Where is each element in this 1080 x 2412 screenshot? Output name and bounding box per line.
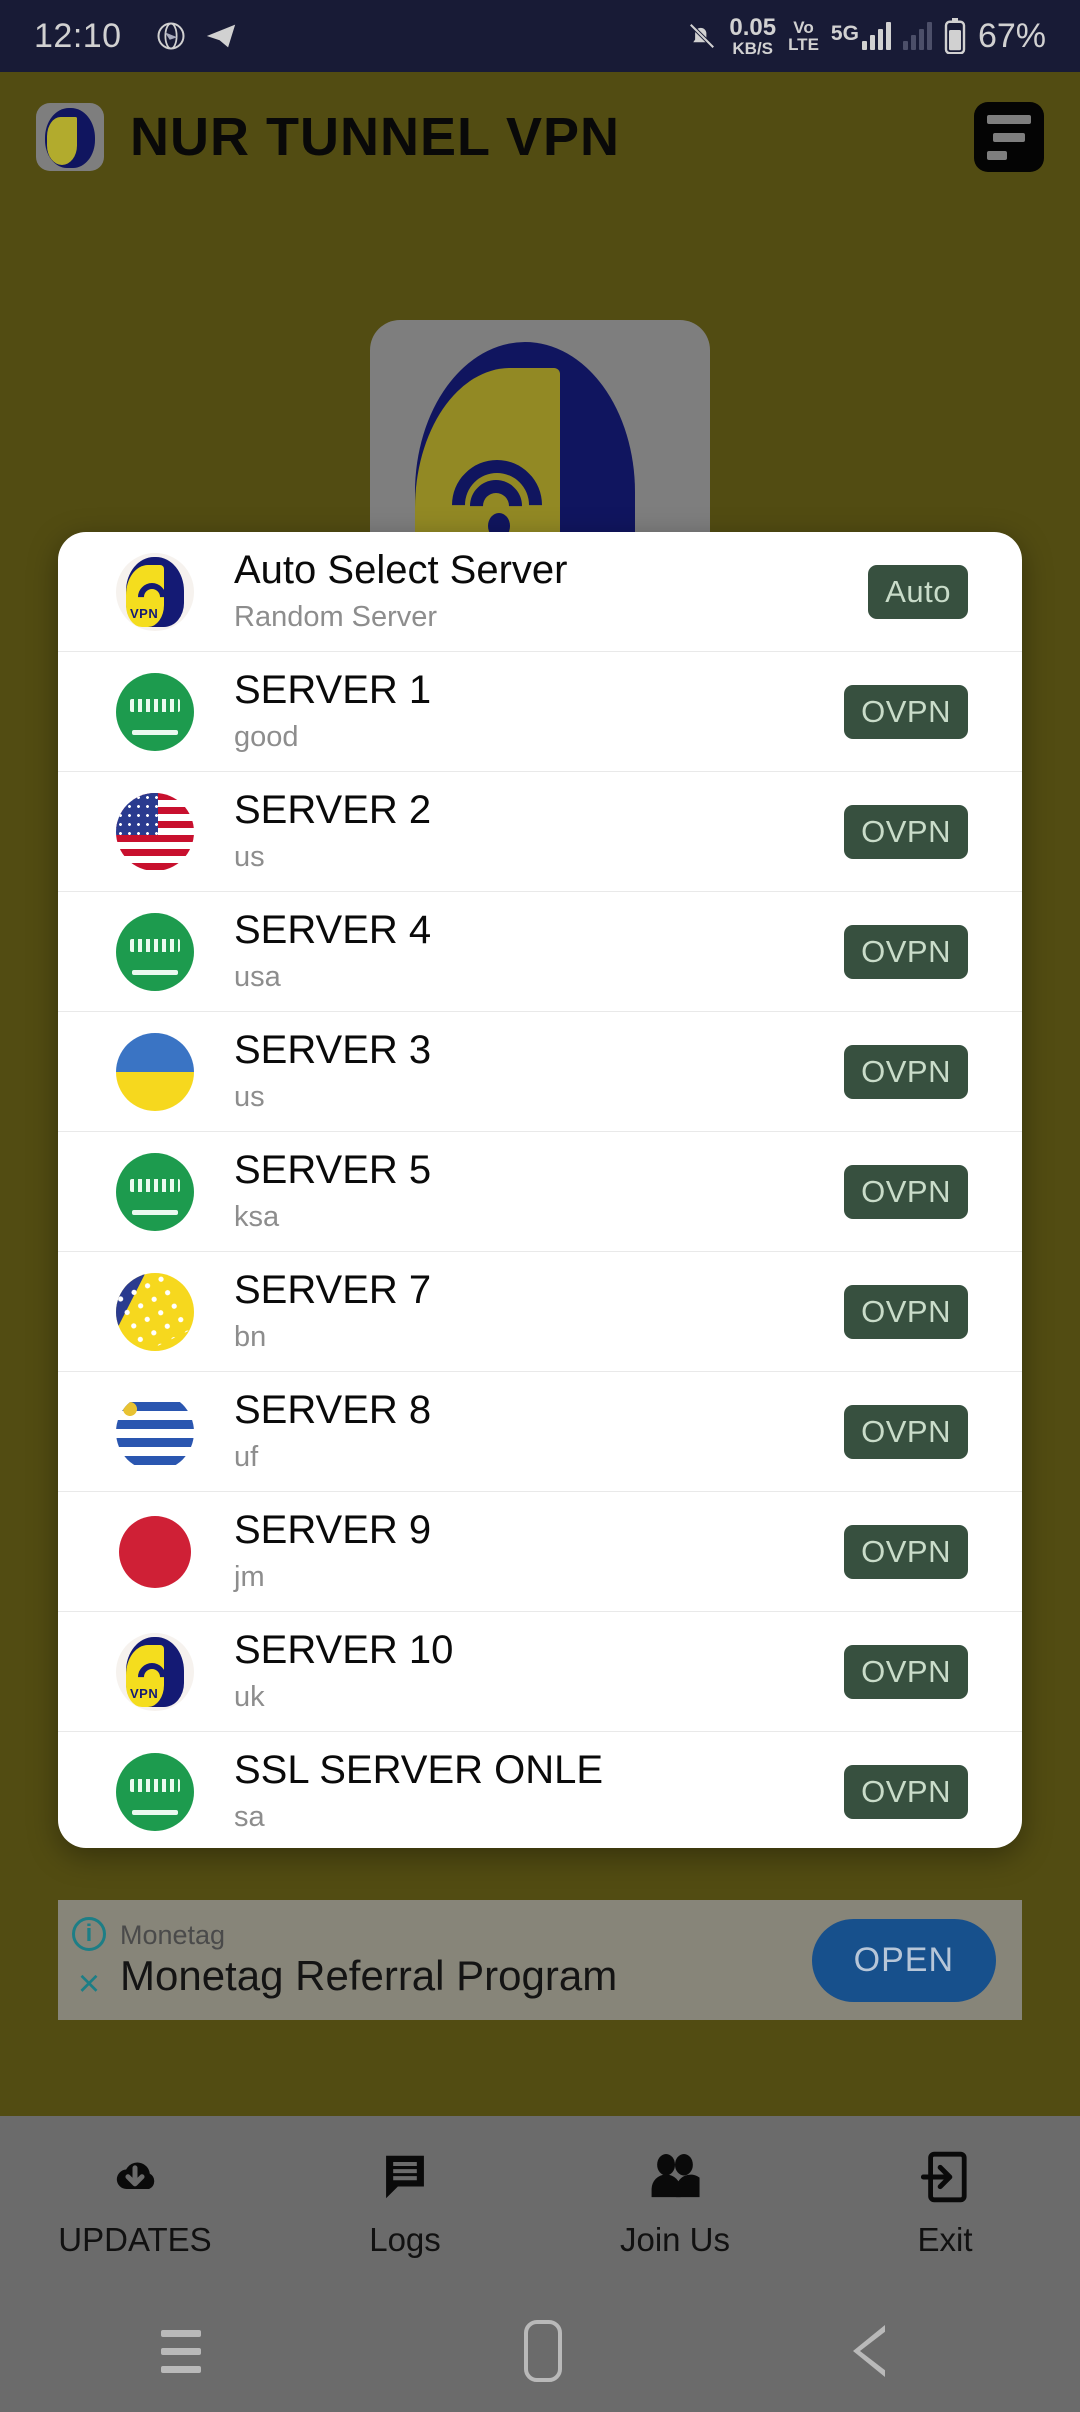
server-name: SSL SERVER ONLE [234,1748,604,1793]
server-info: SERVER 4 usa [234,908,431,995]
server-name: Auto Select Server [234,547,568,592]
list-item[interactable]: SSL SERVER ONLE sa OVPN [58,1732,1022,1848]
server-name: SERVER 9 [234,1507,432,1552]
server-name: SERVER 1 [234,667,432,712]
recent-apps-icon[interactable] [161,2329,202,2373]
server-subtitle: ksa [234,1200,280,1233]
chat-bubble-icon [378,2147,432,2207]
ad-banner[interactable]: i × Monetag Monetag Referral Program OPE… [58,1900,1022,2020]
nav-label: UPDATES [58,2221,212,2258]
server-info: SERVER 3 us [234,1028,431,1115]
server-subtitle: us [234,1080,265,1113]
server-name: SERVER 5 [234,1147,432,1192]
info-icon[interactable]: i [72,1917,106,1951]
android-system-navigation [0,2290,1080,2412]
server-info: SERVER 2 us [234,788,431,875]
flag-icon-saudi-arabia [116,1753,194,1831]
close-icon[interactable]: × [78,1965,100,2003]
server-subtitle: usa [234,960,281,993]
status-badge[interactable]: OVPN [844,1765,968,1819]
flag-icon-saudi-arabia [116,912,194,991]
server-info: SERVER 8 uf [234,1388,431,1475]
list-item[interactable]: SERVER 8 uf OVPN [58,1372,1022,1492]
ad-headline: Monetag Referral Program [120,1952,618,1999]
server-info: SERVER 10 uk [234,1628,453,1715]
nav-item-join-us[interactable]: Join Us [540,2147,810,2259]
list-item[interactable]: VPN SERVER 10 uk OVPN [58,1612,1022,1732]
flag-icon-app: VPN [116,1632,194,1711]
nav-label: Exit [917,2221,973,2258]
list-item[interactable]: SERVER 2 us OVPN [58,772,1022,892]
server-subtitle: jm [234,1560,265,1593]
status-badge[interactable]: Auto [868,564,968,619]
ad-open-button[interactable]: OPEN [811,1918,996,2002]
status-badge[interactable]: OVPN [844,1644,968,1699]
status-badge[interactable]: OVPN [844,1524,968,1579]
list-item[interactable]: SERVER 7 bn OVPN [58,1252,1022,1372]
server-info: SSL SERVER ONLE sa [234,1748,603,1835]
server-info: SERVER 1 good [234,668,431,755]
server-subtitle: Random Server [234,600,438,633]
cloud-download-icon [107,2147,163,2207]
server-info: SERVER 9 jm [234,1508,431,1595]
back-icon[interactable] [852,2323,919,2379]
server-subtitle: us [234,840,265,873]
flag-icon-saudi-arabia [116,1152,194,1231]
server-name: SERVER 2 [234,787,432,832]
flag-icon-saudi-arabia [116,672,194,751]
ad-advertiser: Monetag [120,1919,226,1950]
nav-item-logs[interactable]: Logs [270,2147,540,2259]
ad-text: Monetag Monetag Referral Program [120,1919,617,2002]
nav-item-updates[interactable]: UPDATES [0,2147,270,2259]
status-badge[interactable]: OVPN [844,1044,968,1099]
server-info: Auto Select Server Random Server [234,548,568,635]
flag-icon-bosnia [116,1272,194,1351]
status-badge[interactable]: OVPN [844,924,968,979]
list-item[interactable]: SERVER 9 jm OVPN [58,1492,1022,1612]
nav-label: Join Us [619,2221,731,2258]
server-selection-dialog: VPN Auto Select Server Random Server Aut… [58,532,1022,1848]
server-subtitle: good [234,720,299,753]
flag-icon-united-states [116,792,194,871]
flag-icon-app: VPN [116,552,194,631]
people-icon [646,2147,704,2207]
server-name: SERVER 3 [234,1027,432,1072]
list-item[interactable]: SERVER 4 usa OVPN [58,892,1022,1012]
status-badge[interactable]: OVPN [844,684,968,739]
ad-controls: i × [58,1900,120,2020]
server-info: SERVER 5 ksa [234,1148,431,1235]
server-name: SERVER 8 [234,1387,432,1432]
home-icon[interactable] [523,2320,562,2382]
server-name: SERVER 4 [234,907,432,952]
list-item[interactable]: SERVER 3 us OVPN [58,1012,1022,1132]
status-badge[interactable]: OVPN [844,804,968,859]
list-item[interactable]: VPN Auto Select Server Random Server Aut… [58,532,1022,652]
server-info: SERVER 7 bn [234,1268,431,1355]
server-name: SERVER 7 [234,1267,432,1312]
status-badge[interactable]: OVPN [844,1284,968,1339]
status-badge[interactable]: OVPN [844,1404,968,1459]
server-subtitle: uk [234,1680,265,1713]
flag-icon-ukraine [116,1032,194,1111]
nav-item-exit[interactable]: Exit [810,2147,1080,2259]
bottom-navigation: UPDATES Logs Join Us Exit [0,2116,1080,2290]
server-subtitle: uf [234,1440,259,1473]
exit-icon [921,2147,969,2207]
list-item[interactable]: SERVER 1 good OVPN [58,652,1022,772]
flag-icon-japan [116,1512,194,1591]
server-name: SERVER 10 [234,1627,454,1672]
flag-icon-uruguay [116,1392,194,1471]
nav-label: Logs [369,2221,441,2258]
server-subtitle: bn [234,1320,267,1353]
list-item[interactable]: SERVER 5 ksa OVPN [58,1132,1022,1252]
status-badge[interactable]: OVPN [844,1164,968,1219]
server-subtitle: sa [234,1801,265,1834]
